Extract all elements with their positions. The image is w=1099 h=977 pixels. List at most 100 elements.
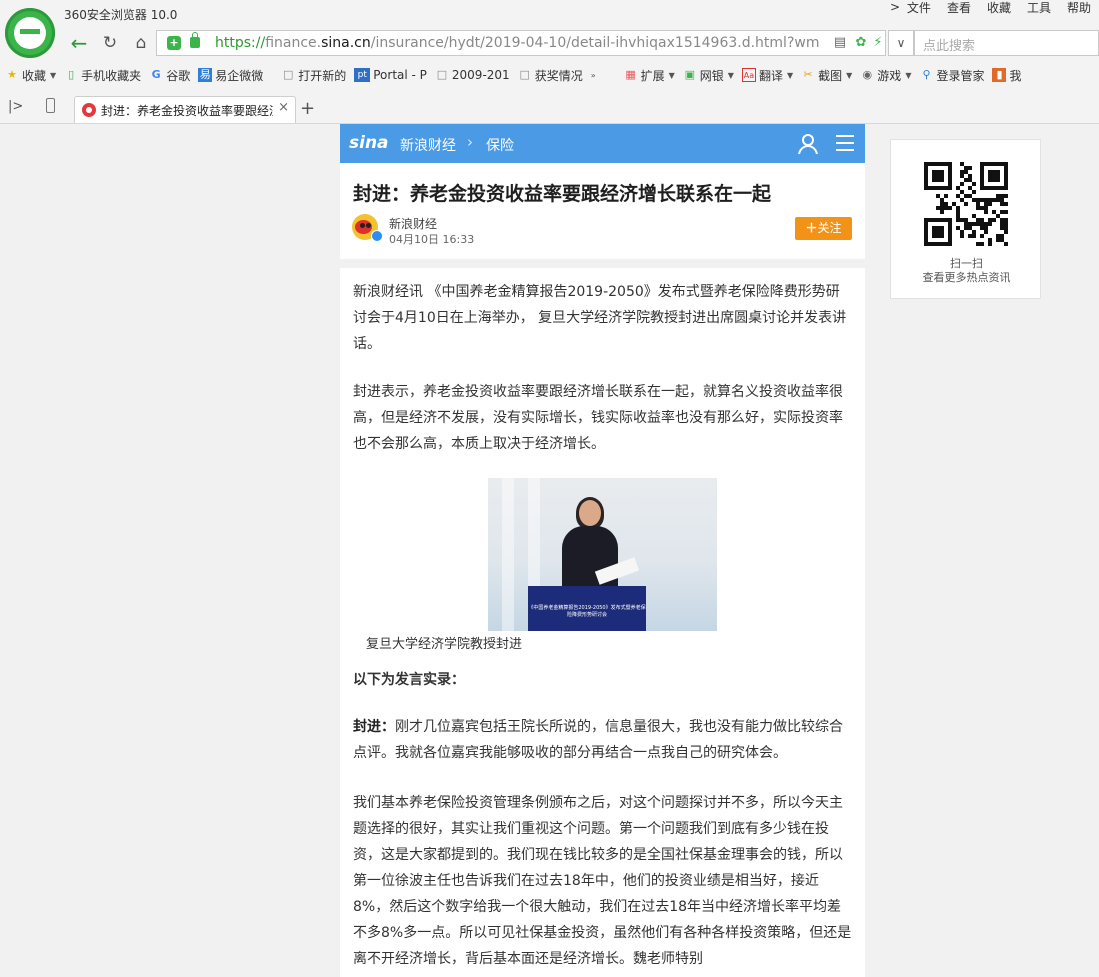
translate-icon: Aa xyxy=(741,68,756,82)
menu-favorites[interactable]: 收藏 xyxy=(987,0,1011,16)
photo-window-pane xyxy=(502,478,514,631)
ext-mine[interactable]: ▮ 我 xyxy=(992,67,1022,84)
ext-label: 网银 xyxy=(699,68,724,83)
shield-icon[interactable]: + xyxy=(167,36,181,50)
chevron-right-icon: › xyxy=(467,133,473,151)
article-photo[interactable]: 《中国养老金精算报告2019-2050》发布式暨养老保险降费形势研讨会 xyxy=(488,478,717,631)
lock-icon[interactable] xyxy=(190,32,200,48)
section-divider xyxy=(340,259,865,268)
menu-help[interactable]: 帮助 xyxy=(1067,0,1091,16)
caret-down-icon: ▼ xyxy=(50,70,57,80)
bookmark-label: 2009-201 xyxy=(451,68,510,82)
reader-mode-icon[interactable]: ▤ xyxy=(833,36,847,50)
breadcrumb-finance[interactable]: 新浪财经 xyxy=(400,135,456,155)
caret-down-icon: ▼ xyxy=(786,70,794,80)
ext-translate[interactable]: Aa 翻译 ▼ xyxy=(741,67,794,84)
menu-icon[interactable] xyxy=(836,135,854,151)
sidebar-toggle-icon[interactable]: |> xyxy=(8,99,23,114)
url-subdomain: finance. xyxy=(265,35,322,51)
article-column: sina 新浪财经 › 保险 封进：养老金投资收益率要跟经济增长联系在一起 新浪… xyxy=(340,124,865,977)
device-icon[interactable] xyxy=(46,98,55,113)
bookmark-2009[interactable]: □ 2009-201 xyxy=(435,68,510,82)
ext-extensions[interactable]: ▦ 扩展 ▼ xyxy=(624,67,675,84)
bookmark-awards[interactable]: □ 获奖情况 » xyxy=(518,67,596,84)
ext-label: 翻译 xyxy=(758,68,783,83)
close-icon[interactable]: × xyxy=(278,100,289,115)
back-button[interactable]: ← xyxy=(66,30,92,56)
url-text[interactable]: https://finance.sina.cn/insurance/hydt/2… xyxy=(215,35,819,51)
chevron-right-icon[interactable]: > xyxy=(890,0,900,14)
caret-down-icon: ▼ xyxy=(727,70,734,80)
home-button[interactable]: ⌂ xyxy=(128,30,154,56)
plus-icon: ＋ xyxy=(805,221,818,235)
bookmark-favorites[interactable]: ★ 收藏 ▼ xyxy=(5,67,56,84)
bookmark-mobile[interactable]: ▯ 手机收藏夹 xyxy=(64,67,141,84)
search-input[interactable]: 点此搜索 xyxy=(914,30,1099,56)
tab-bar: |> 封进：养老金投资收益率要跟经济增长联系在一起 × + xyxy=(0,92,1099,123)
bookmark-label: 谷歌 xyxy=(166,68,191,83)
menu-bar: 文件 查看 收藏 工具 帮助 xyxy=(907,0,1091,16)
tab-title: 封进：养老金投资收益率要跟经济增长联系在一起 xyxy=(101,104,273,118)
bookmark-label: 手机收藏夹 xyxy=(81,68,142,83)
menu-tools[interactable]: 工具 xyxy=(1027,0,1051,16)
url-path: /insurance/hydt/2019-04-10/detail-ihvhiq… xyxy=(370,35,820,51)
ext-games[interactable]: ◉ 游戏 ▼ xyxy=(860,67,911,84)
bookmark-open-new[interactable]: □ 打开新的 xyxy=(281,67,346,84)
bookmark-label: Portal - P xyxy=(373,68,427,82)
bookmark-portal[interactable]: pt Portal - P xyxy=(354,68,427,82)
photo-caption: 复旦大学经济学院教授封进 xyxy=(366,637,523,652)
ext-label: 登录管家 xyxy=(936,68,985,83)
address-row: ← ↻ ⌂ + https://finance.sina.cn/insuranc… xyxy=(64,30,1099,58)
chevron-double-right-icon[interactable]: » xyxy=(591,71,596,80)
browser-chrome: 360安全浏览器 10.0 > 文件 查看 收藏 工具 帮助 ← ↻ ⌂ + h… xyxy=(0,0,1099,124)
menu-file[interactable]: 文件 xyxy=(907,0,931,16)
bookmark-google[interactable]: G 谷歌 xyxy=(149,67,191,84)
sina-logo[interactable]: sina xyxy=(349,133,389,153)
ext-screenshot[interactable]: ✂ 截图 ▼ xyxy=(801,67,853,84)
photo-head xyxy=(579,500,601,526)
speed-mode-icon[interactable]: ⚡ xyxy=(871,36,885,50)
ext-label: 扩展 xyxy=(640,68,665,83)
browser-logo xyxy=(5,8,55,58)
star-icon: ★ xyxy=(7,68,17,81)
page-icon: □ xyxy=(519,68,530,81)
bookmark-label: 打开新的 xyxy=(298,68,347,83)
page-icon: □ xyxy=(436,68,448,81)
tv-icon: ▮ xyxy=(992,68,1007,82)
paragraph: 我们基本养老保险投资管理条例颁布之后，对这个问题探讨并不多，所以今天主题选择的很… xyxy=(353,795,852,967)
new-tab-button[interactable]: + xyxy=(300,98,315,119)
ext-label: 我 xyxy=(1009,68,1022,83)
paragraph: 新浪财经讯 《中国养老金精算报告2019-2050》发布式暨养老保险降费形势研讨… xyxy=(353,284,847,352)
ext-login-manager[interactable]: ⚲ 登录管家 xyxy=(919,67,984,84)
verified-badge-icon xyxy=(371,230,383,242)
bank-icon: ▣ xyxy=(684,68,695,81)
phone-icon: ▯ xyxy=(68,68,75,81)
breadcrumb-insurance[interactable]: 保险 xyxy=(486,135,514,155)
follow-label: 关注 xyxy=(817,221,842,235)
bookmark-label: 易企微微 xyxy=(215,68,264,83)
bookmark-yiqi[interactable]: 易易企微微 xyxy=(198,67,263,84)
pt-icon: pt xyxy=(354,68,371,82)
qr-card: 扫一扫 查看更多热点资讯 xyxy=(890,139,1041,299)
bookmark-label: 收藏 xyxy=(22,68,47,83)
ext-bank[interactable]: ▣ 网银 ▼ xyxy=(683,67,734,84)
url-scheme: https:// xyxy=(215,35,266,51)
google-icon: G xyxy=(151,68,161,81)
gamepad-icon: ◉ xyxy=(862,68,873,81)
menu-view[interactable]: 查看 xyxy=(947,0,971,16)
caret-down-icon: ▼ xyxy=(668,70,675,80)
author-name[interactable]: 新浪财经 xyxy=(389,215,437,232)
lectern-banner: 《中国养老金精算报告2019-2050》发布式暨养老保险降费形势研讨会 xyxy=(528,605,646,618)
bookmark-label: 获奖情况 xyxy=(534,68,583,83)
chevron-down-icon[interactable]: ∨ xyxy=(888,30,914,56)
user-icon[interactable] xyxy=(797,133,819,155)
address-bar[interactable]: + https://finance.sina.cn/insurance/hydt… xyxy=(156,30,886,56)
key-icon: ⚲ xyxy=(922,68,931,81)
ext-label: 游戏 xyxy=(877,68,902,83)
follow-button[interactable]: ＋关注 xyxy=(795,217,852,240)
reload-button[interactable]: ↻ xyxy=(97,30,123,56)
compat-mode-icon[interactable]: ✿ xyxy=(854,36,868,50)
tab-active[interactable]: 封进：养老金投资收益率要跟经济增长联系在一起 × xyxy=(74,96,296,123)
bookmarks-bar: ★ 收藏 ▼ ▯ 手机收藏夹 G 谷歌 易易企微微 □ 打开新的 pt Portal - P… xyxy=(0,64,1099,86)
app-title: 360安全浏览器 10.0 xyxy=(64,8,178,22)
